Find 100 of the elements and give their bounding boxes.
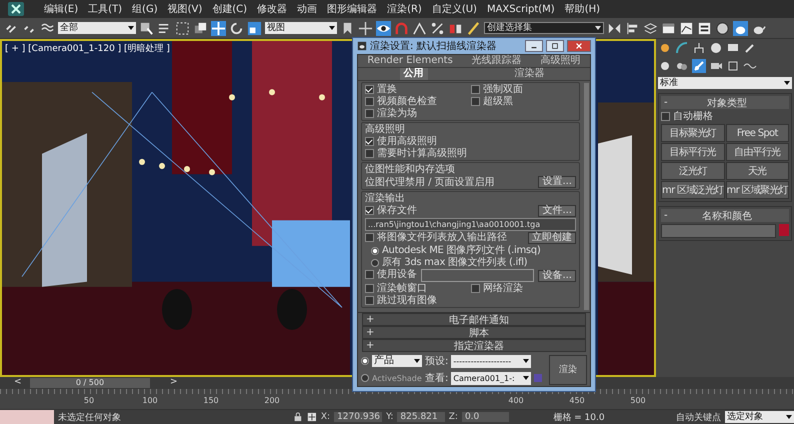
light-type-button[interactable]: 天光 — [726, 162, 789, 180]
device-field[interactable] — [421, 269, 534, 282]
minimize-button[interactable] — [525, 40, 543, 52]
menu-item[interactable]: 创建(C) — [212, 2, 248, 16]
dialog-tab[interactable]: 光线跟踪器 — [468, 55, 526, 67]
menu-item[interactable]: MAXScript(M) — [486, 4, 555, 14]
create-now-button[interactable]: 立即创建 — [528, 232, 576, 244]
align-icon[interactable] — [625, 20, 640, 36]
x-coordinate-field[interactable]: 1270.936 — [334, 412, 382, 422]
render-mode-radio[interactable] — [361, 374, 369, 382]
category-dropdown[interactable]: 标准 — [658, 77, 792, 89]
menu-item[interactable]: 工具(T) — [88, 2, 122, 16]
sphere-icon[interactable] — [658, 59, 672, 73]
view-dropdown[interactable]: Camera001_1-: — [451, 372, 532, 384]
devices-button[interactable]: 设备... — [538, 270, 576, 282]
key-filter-dropdown[interactable]: 选定对象 — [725, 411, 794, 423]
frame-option-checkbox[interactable]: 渲染帧窗口 — [365, 283, 427, 294]
curve-editor-icon[interactable] — [679, 20, 694, 36]
menu-item[interactable]: 编辑(E) — [44, 2, 78, 16]
dialog-tab[interactable]: 高级照明 — [536, 55, 585, 67]
prev-frame-button[interactable]: < — [14, 377, 22, 387]
lighting-checkbox[interactable]: 需要时计算高级照明 — [365, 148, 467, 159]
named-selection-dropdown[interactable]: 创建选择集 — [484, 22, 604, 34]
rollout-header[interactable]: - 名称和颜色 — [661, 209, 789, 222]
rollout-header[interactable]: - 对象类型 — [661, 96, 789, 109]
dialog-tab[interactable]: Render Elements — [363, 55, 457, 67]
rotate-icon[interactable] — [229, 20, 244, 36]
maximize-button[interactable] — [546, 40, 564, 52]
hierarchy-icon[interactable] — [692, 41, 706, 55]
light-type-button[interactable]: mr 区域泛光灯 — [661, 181, 724, 199]
menu-item[interactable]: 自定义(U) — [432, 2, 477, 16]
setup-button[interactable]: 设置... — [538, 176, 576, 188]
selection-filter-dropdown[interactable]: 全部 — [58, 22, 136, 34]
frame-option-checkbox[interactable]: 网络渲染 — [471, 283, 523, 294]
name-field[interactable] — [661, 224, 776, 238]
format-radio[interactable]: 原有 3ds max 图像文件列表 (.ifl) — [365, 257, 528, 268]
dashed-square-icon[interactable] — [175, 20, 190, 36]
menu-item[interactable]: 渲染(R) — [387, 2, 422, 16]
light-type-button[interactable]: 目标平行光 — [661, 143, 724, 161]
arc-icon[interactable] — [675, 41, 689, 55]
lighting-checkbox[interactable]: 使用高级照明 — [365, 136, 437, 147]
use-device-checkbox[interactable]: 使用设备 — [365, 269, 417, 280]
render-mode-radio[interactable] — [361, 357, 369, 365]
collapsed-rollout[interactable]: + 脚本 — [362, 326, 586, 339]
light-icon[interactable] — [692, 59, 706, 73]
overlap-squares-icon[interactable] — [193, 20, 208, 36]
crosshair-icon[interactable] — [307, 412, 317, 422]
y-coordinate-field[interactable]: 825.821 — [397, 412, 445, 422]
app-logo-icon[interactable] — [6, 1, 26, 17]
pencil-icon[interactable] — [466, 20, 481, 36]
z-coordinate-field[interactable]: 0.0 — [462, 412, 510, 422]
layers-icon[interactable] — [643, 20, 658, 36]
option-checkbox[interactable]: 置换 — [365, 84, 397, 95]
caret-icon — [128, 26, 134, 30]
schematic-icon[interactable] — [697, 20, 712, 36]
output-path-field[interactable]: ...ran5\jingtou1\changjing1\aa0010001.tga — [365, 218, 576, 231]
light-type-button[interactable]: 泛光灯 — [661, 162, 724, 180]
cursor-select-icon[interactable] — [139, 20, 154, 36]
sun-icon[interactable] — [658, 41, 672, 55]
menu-item[interactable]: 视图(V) — [168, 2, 202, 16]
option-checkbox[interactable]: 强制双面 — [471, 84, 523, 95]
collapsed-rollout[interactable]: + 指定渲染器 — [362, 339, 586, 352]
viewport-label[interactable]: [ + ] [Camera001_1-120 ] [明暗处理 ] — [5, 42, 170, 55]
light-type-button[interactable]: 自由平行光 — [726, 143, 789, 161]
next-frame-button[interactable]: > — [170, 377, 178, 387]
light-type-button[interactable]: Free Spot — [726, 124, 789, 142]
render-button[interactable]: 渲染 — [549, 354, 587, 384]
time-slider-thumb[interactable]: 0 / 500 — [30, 378, 150, 388]
close-button[interactable] — [567, 40, 591, 52]
script-listener-field[interactable] — [0, 410, 54, 424]
format-radio[interactable]: Autodesk ME 图像序列文件 (.imsq) — [365, 245, 540, 256]
color-swatch[interactable] — [779, 224, 789, 236]
collapsed-rollout[interactable]: + 电子邮件通知 — [362, 313, 586, 326]
light-type-button[interactable]: mr 区域聚光灯 — [726, 181, 789, 199]
preset-dropdown[interactable]: -------------------- — [451, 354, 532, 368]
auto-grid-checkbox[interactable]: 自动栅格 — [661, 111, 713, 122]
frame-option-checkbox[interactable]: 跳过现有图像 — [365, 295, 437, 306]
light-type-button[interactable]: 目标聚光灯 — [661, 124, 724, 142]
reference-coordinate-dropdown[interactable]: 视图 — [265, 22, 337, 34]
circle-icon[interactable] — [709, 41, 723, 55]
scrollbar[interactable] — [584, 83, 589, 310]
menu-item[interactable]: 帮助(H) — [564, 2, 600, 16]
menu-item[interactable]: 修改器 — [257, 2, 288, 16]
option-checkbox[interactable]: 渲染为场 — [365, 108, 417, 119]
save-file-checkbox[interactable]: 保存文件 — [365, 205, 417, 216]
option-checkbox[interactable]: 超级黑 — [471, 96, 513, 107]
render-mode-dropdown[interactable]: 产品 — [372, 355, 422, 367]
dialog-tab[interactable]: 公用 — [400, 68, 428, 80]
menu-item[interactable]: 动画 — [297, 2, 318, 16]
x-label: X: — [320, 412, 330, 422]
menu-item[interactable]: 组(G) — [132, 2, 158, 16]
dialog-tab[interactable]: 渲染器 — [510, 68, 548, 80]
menu-item[interactable]: 图形编辑器 — [327, 2, 378, 16]
sphere-icon[interactable] — [715, 20, 730, 36]
option-checkbox[interactable]: 视频颜色检查 — [365, 96, 437, 107]
caret-icon — [523, 376, 530, 380]
files-button[interactable]: 文件... — [538, 205, 576, 217]
file-list-checkbox[interactable]: 将图像文件列表放入输出路径 — [365, 232, 507, 243]
scale-icon[interactable] — [247, 20, 262, 36]
eye-icon[interactable] — [376, 20, 391, 36]
